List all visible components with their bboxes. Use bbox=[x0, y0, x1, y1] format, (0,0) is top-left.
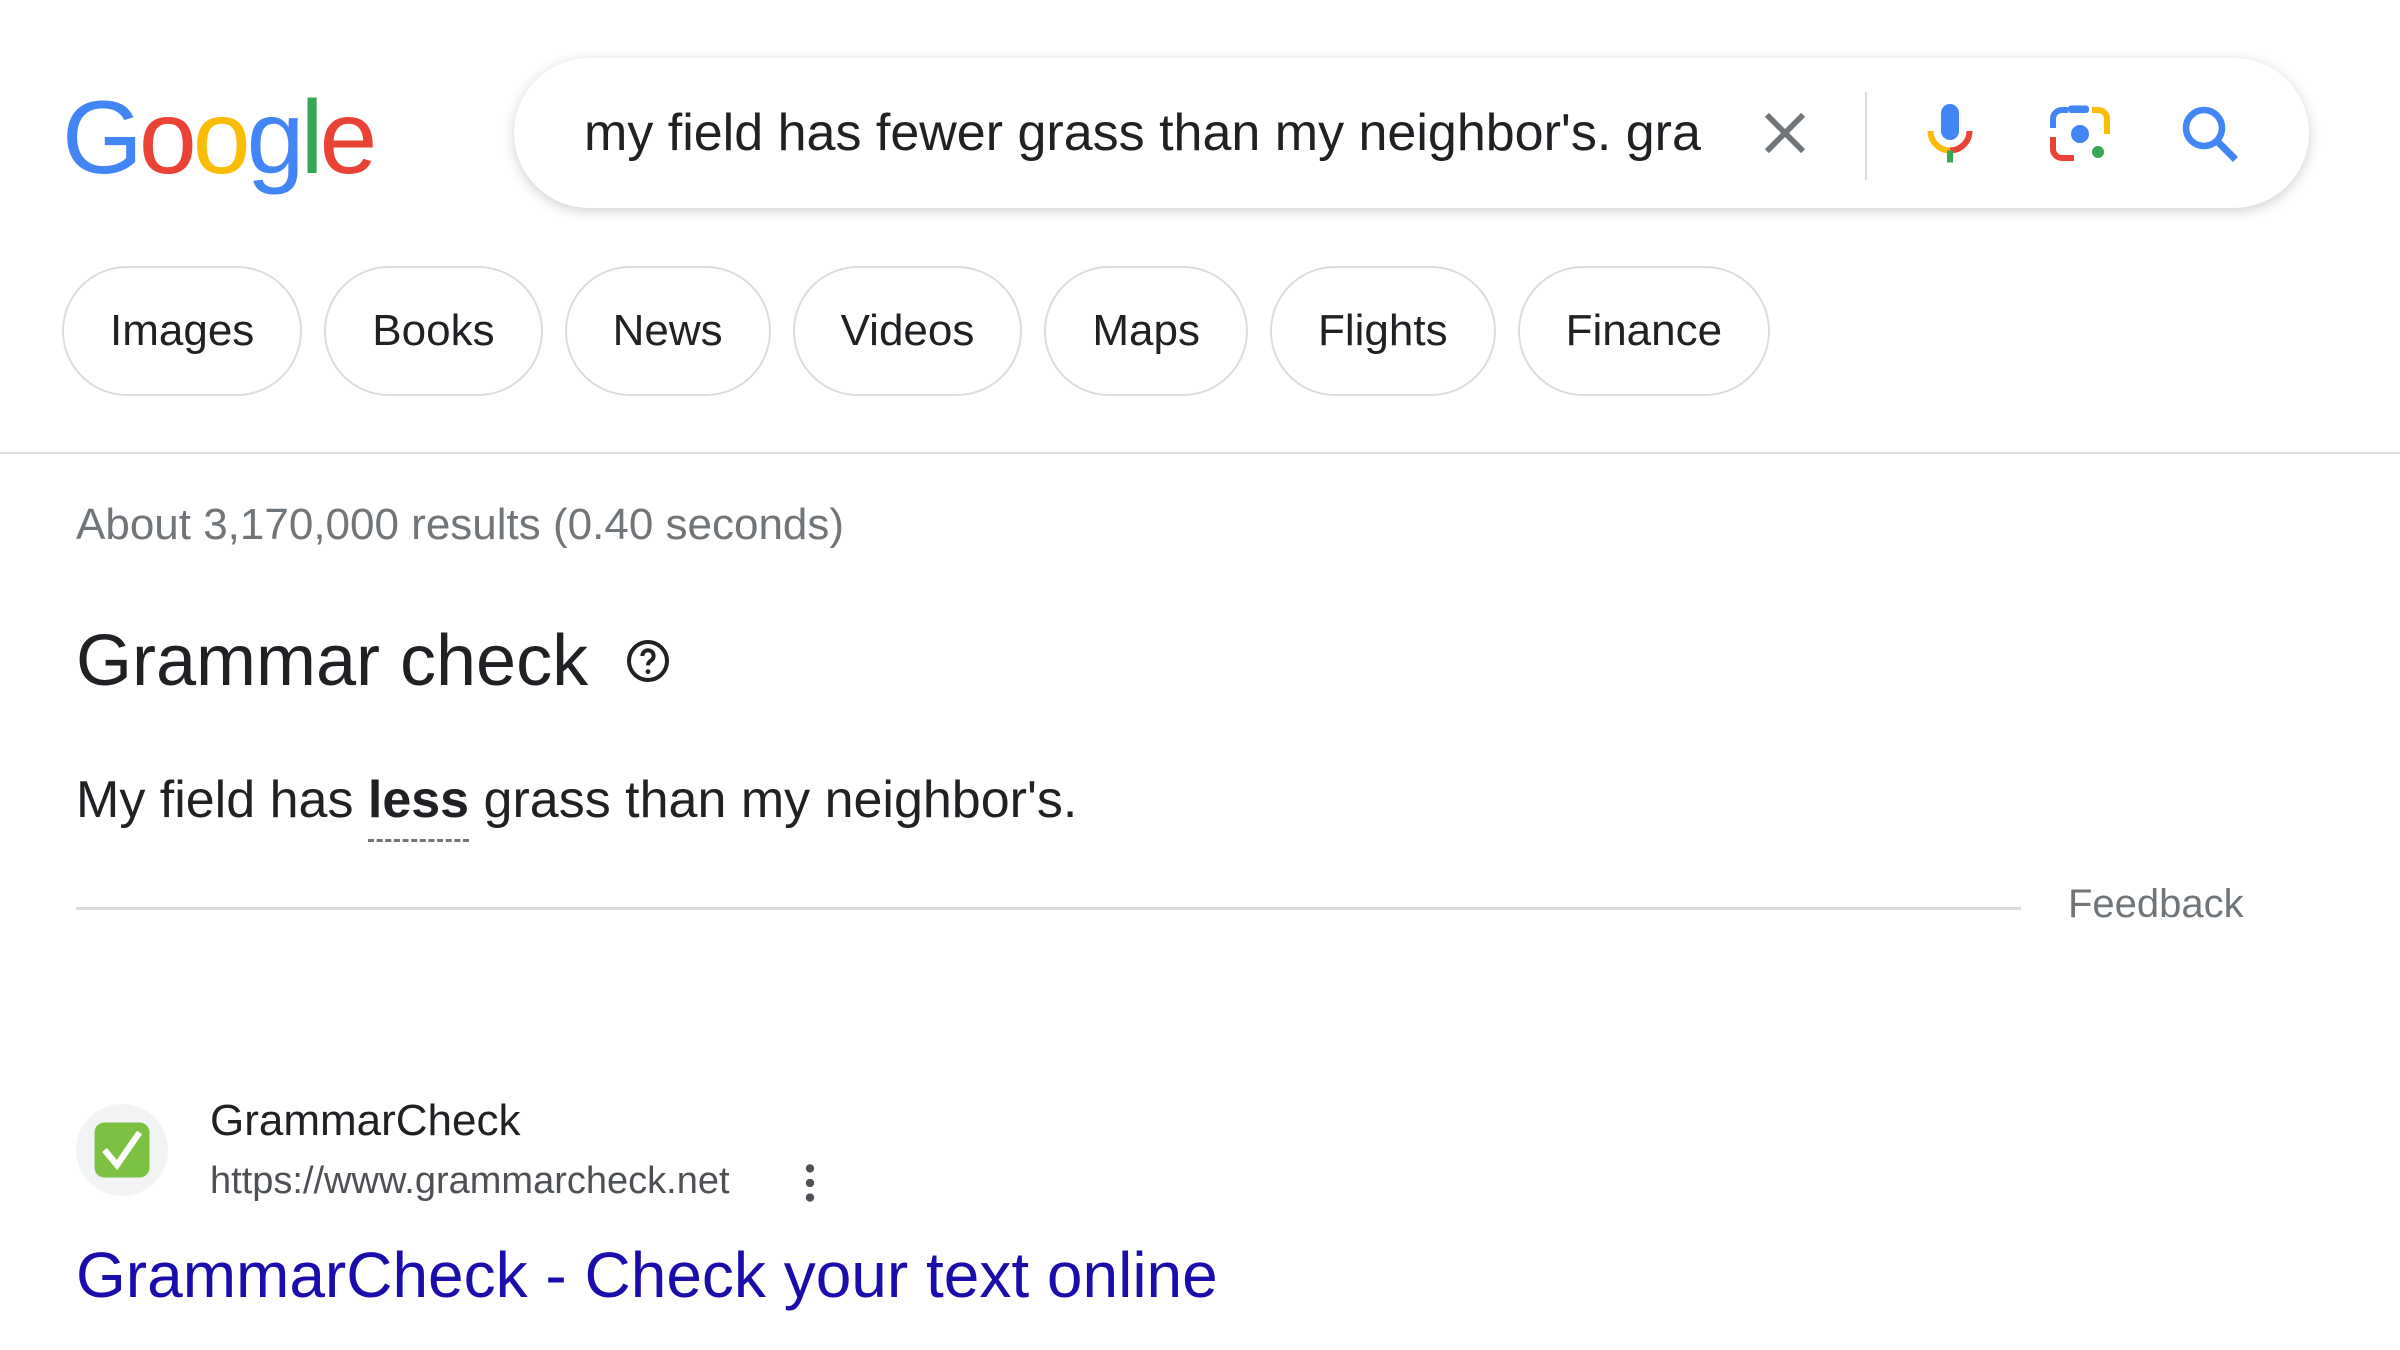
grammar-check-divider bbox=[76, 907, 2021, 910]
site-url[interactable]: https://www.grammarcheck.net bbox=[210, 1160, 730, 1203]
result-stats: About 3,170,000 results (0.40 seconds) bbox=[76, 500, 845, 549]
logo-letter: e bbox=[319, 80, 378, 196]
google-lens-icon bbox=[2050, 105, 2110, 161]
correction-word: less bbox=[367, 771, 470, 842]
search-icon bbox=[2182, 106, 2239, 163]
logo-letter: o bbox=[138, 80, 197, 196]
search-box bbox=[514, 58, 2309, 208]
chip-flights[interactable]: Flights bbox=[1269, 266, 1496, 396]
microphone-icon bbox=[1927, 104, 1973, 163]
google-logo[interactable]: Google bbox=[62, 80, 378, 196]
search-input[interactable] bbox=[584, 98, 1709, 168]
chip-maps[interactable]: Maps bbox=[1044, 266, 1248, 396]
grammar-check-title: Grammar check bbox=[76, 621, 589, 701]
search-filter-chips: Images Books News Videos Maps Flights Fi… bbox=[62, 266, 1771, 396]
google-lens-button[interactable] bbox=[2044, 98, 2116, 170]
chip-finance[interactable]: Finance bbox=[1517, 266, 1771, 396]
logo-letter: g bbox=[246, 80, 305, 196]
logo-letter: l bbox=[300, 80, 323, 196]
grammar-corrected-sentence: My field has less grass than my neighbor… bbox=[76, 770, 1078, 842]
site-favicon[interactable] bbox=[76, 1104, 168, 1196]
result-options-button[interactable] bbox=[795, 1158, 825, 1208]
site-name: GrammarCheck bbox=[210, 1096, 521, 1145]
sentence-after: grass than my neighbor's. bbox=[469, 771, 1078, 829]
logo-letter: o bbox=[192, 80, 251, 196]
search-divider bbox=[1865, 92, 1867, 180]
chip-videos[interactable]: Videos bbox=[792, 266, 1023, 396]
more-vert-icon bbox=[805, 1164, 815, 1202]
chip-images[interactable]: Images bbox=[62, 266, 303, 396]
sentence-before: My field has bbox=[76, 771, 368, 829]
clear-search-button[interactable] bbox=[1754, 102, 1816, 164]
logo-letter: G bbox=[62, 80, 143, 196]
chip-books[interactable]: Books bbox=[324, 266, 543, 396]
help-icon[interactable] bbox=[624, 637, 672, 685]
grammar-check-heading: Grammar check bbox=[76, 620, 672, 702]
result-title-link[interactable]: GrammarCheck - Check your text online bbox=[76, 1238, 1218, 1312]
close-icon bbox=[1764, 112, 1806, 154]
green-checkmark-icon bbox=[94, 1122, 150, 1178]
header-divider bbox=[0, 452, 2400, 454]
search-button[interactable] bbox=[2174, 98, 2246, 170]
feedback-link[interactable]: Feedback bbox=[2068, 882, 2244, 927]
chip-news[interactable]: News bbox=[564, 266, 771, 396]
voice-search-button[interactable] bbox=[1914, 98, 1986, 170]
